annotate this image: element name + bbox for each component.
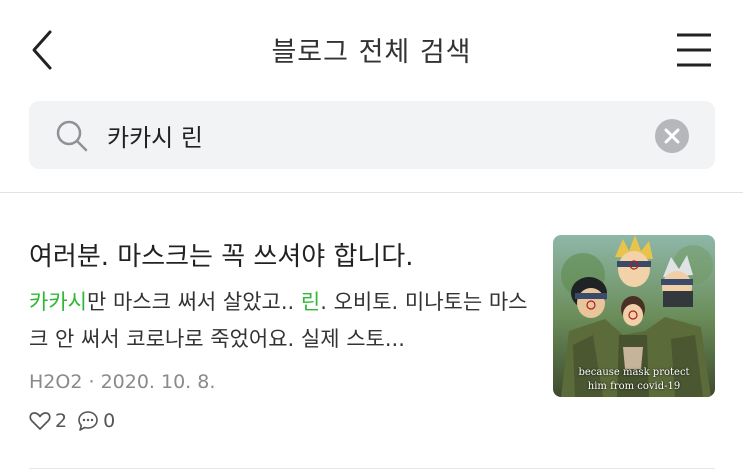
post-stats: 2 0 — [29, 406, 125, 436]
author-name[interactable]: H2O2 — [29, 371, 82, 393]
thumbnail-caption-line-2: him from covid-19 — [587, 381, 681, 392]
post-title[interactable]: 여러분. 마스크는 꼭 쓰셔야 합니다. — [29, 236, 413, 273]
hamburger-menu-icon — [677, 33, 711, 67]
like-count: 2 — [55, 410, 68, 432]
post-thumbnail[interactable]: because mask protect him from covid-19 — [553, 235, 715, 397]
app-header: 블로그 전체 검색 — [0, 0, 743, 100]
comment-count: 0 — [103, 410, 116, 432]
like-button[interactable]: 2 — [29, 410, 67, 432]
highlight-term: 카카시 — [29, 290, 87, 314]
search-bar — [29, 101, 715, 169]
highlight-term: 린 — [300, 290, 321, 314]
comment-icon — [78, 411, 98, 431]
search-icon — [56, 120, 88, 152]
post-date: 2020. 10. 8. — [100, 371, 216, 393]
page-title: 블로그 전체 검색 — [271, 37, 472, 68]
result-divider — [29, 468, 715, 469]
excerpt-text: 만 마스크 써서 살았고.. — [86, 290, 301, 314]
search-input[interactable] — [107, 115, 647, 155]
menu-button[interactable] — [672, 30, 716, 70]
clear-search-button[interactable] — [655, 119, 689, 153]
section-divider — [0, 192, 743, 193]
heart-icon — [29, 412, 51, 430]
comment-button[interactable]: 0 — [77, 410, 115, 432]
clear-circle-icon — [664, 128, 680, 144]
post-excerpt: 카카시만 마스크 써서 살았고.. 린. 오비토. 미나토는 마스크 안 써서 … — [29, 284, 529, 358]
post-meta: H2O2 · 2020. 10. 8. — [29, 371, 215, 393]
thumbnail-caption-line-1: because mask protect — [578, 367, 690, 378]
meta-separator: · — [88, 371, 95, 393]
